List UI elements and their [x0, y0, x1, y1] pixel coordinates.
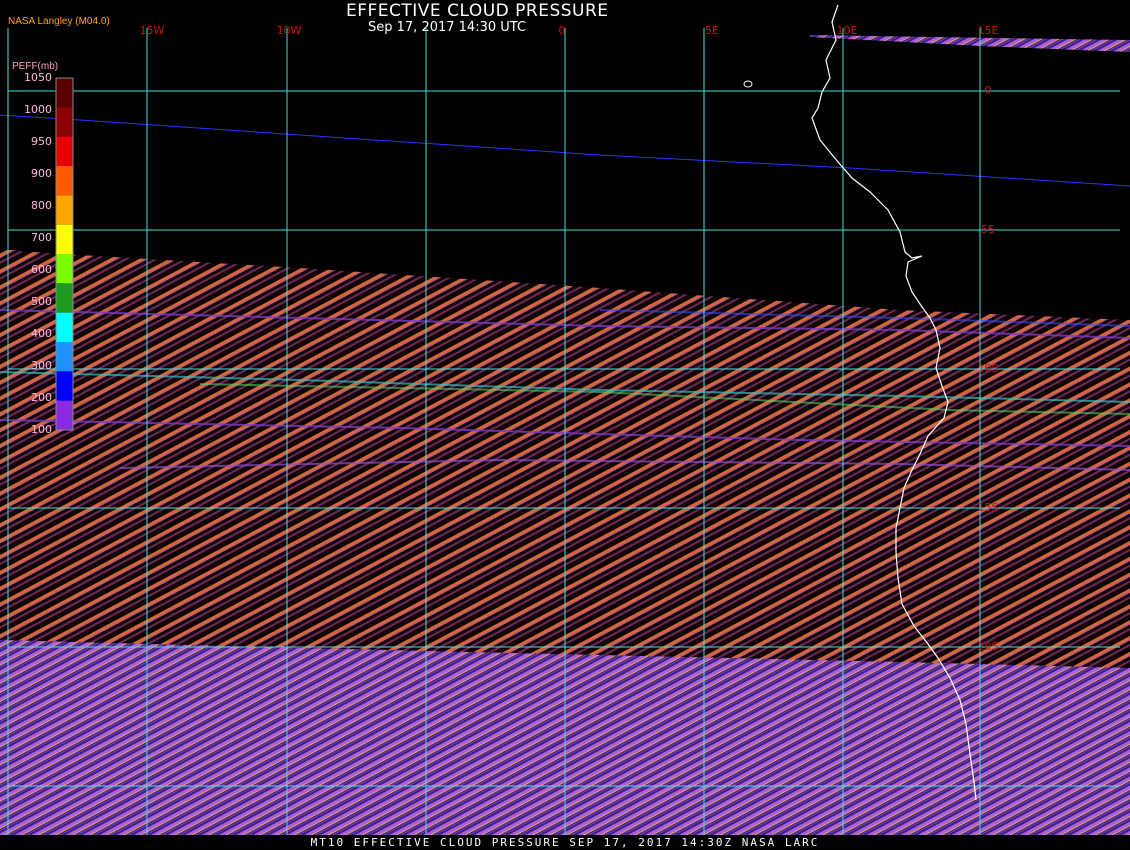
map-timestamp: Sep 17, 2017 14:30 UTC — [368, 20, 527, 35]
provider-label: NASA Langley (M04.0) — [8, 16, 110, 27]
longitude-label: 15W — [140, 24, 165, 37]
longitude-label: 10E — [837, 24, 858, 37]
legend-tick-label: 1050 — [24, 71, 52, 84]
legend-swatch — [56, 342, 73, 372]
legend-tick-label: 300 — [31, 359, 52, 372]
longitude-label: 10W — [277, 24, 302, 37]
latitude-label: 10S — [978, 362, 999, 375]
legend-swatch — [56, 78, 73, 108]
footer-caption: MT10 EFFECTIVE CLOUD PRESSURE SEP 17, 20… — [310, 836, 820, 849]
legend-swatch — [56, 371, 73, 401]
legend-swatch — [56, 224, 73, 254]
cloud-swath-left-edge — [0, 250, 20, 445]
legend-tick-label: 1000 — [24, 103, 52, 116]
legend-swatch — [56, 166, 73, 196]
swath-sliver-top — [810, 35, 1130, 52]
longitude-label: 5E — [705, 24, 719, 37]
island — [743, 80, 753, 88]
legend-tick-label: 800 — [31, 199, 52, 212]
latitude-label: 0 — [985, 84, 992, 97]
map-title: EFFECTIVE CLOUD PRESSURE — [346, 1, 609, 21]
legend-swatch — [56, 283, 73, 313]
legend-swatch — [56, 400, 73, 430]
longitude-label: 15E — [978, 24, 999, 37]
latitude-label: 15S — [978, 501, 999, 514]
legend-tick-label: 500 — [31, 295, 52, 308]
legend-tick-label: 100 — [31, 423, 52, 436]
legend-swatch — [56, 195, 73, 225]
legend-swatch — [56, 312, 73, 342]
legend-swatch — [56, 107, 73, 137]
legend-color-bar — [55, 77, 74, 431]
legend-tick-label: 900 — [31, 167, 52, 180]
latitude-label: 5S — [981, 223, 995, 236]
legend-tick-label: 600 — [31, 263, 52, 276]
longitude-label: 0 — [559, 24, 566, 37]
legend-tick-label: 950 — [31, 135, 52, 148]
legend-tick-label: 400 — [31, 327, 52, 340]
legend-tick-label: 200 — [31, 391, 52, 404]
legend-swatch — [56, 254, 73, 284]
legend-swatch — [56, 136, 73, 166]
legend-tick-label: 700 — [31, 231, 52, 244]
longitude-labels: 15W 10W 0 5E 10E 15E — [140, 24, 999, 37]
cloud-pressure-map: 15W 10W 0 5E 10E 15E 0 5S 10S 15S 20S — [0, 4, 1130, 835]
latitude-label: 20S — [978, 640, 999, 653]
